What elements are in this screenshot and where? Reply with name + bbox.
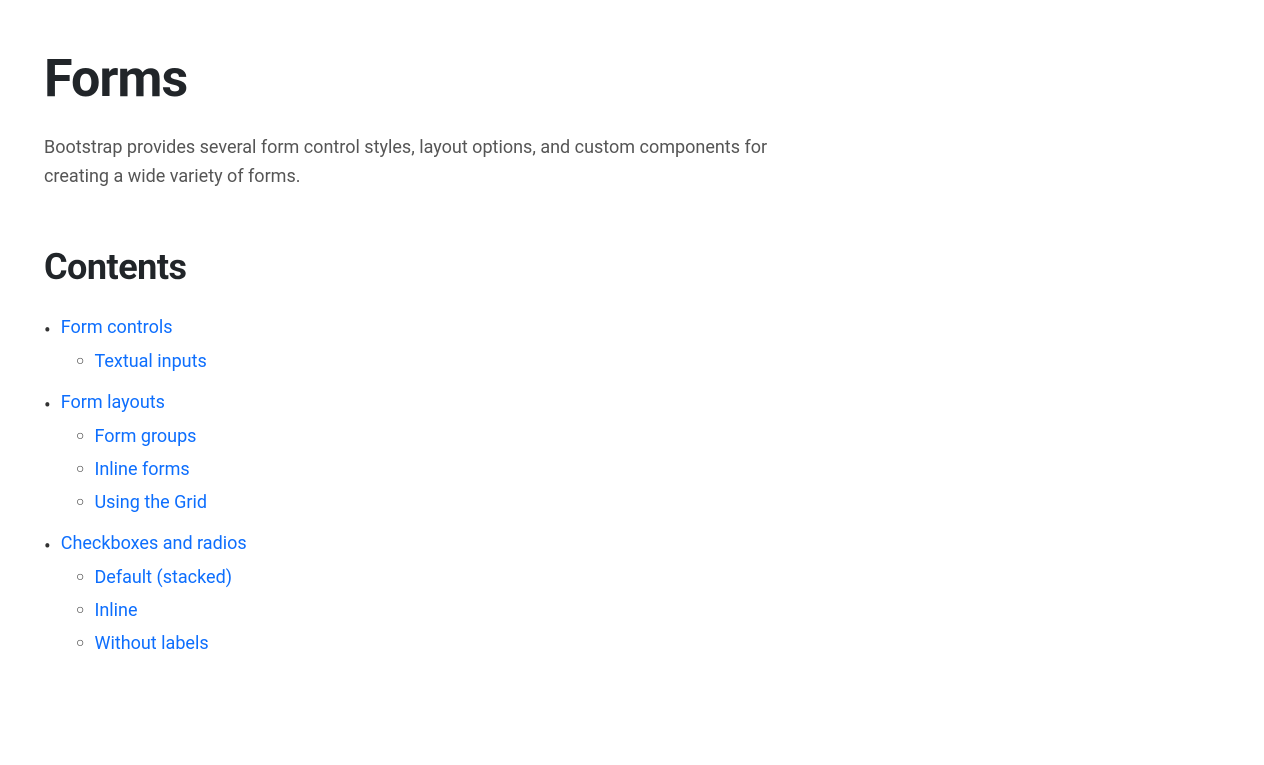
contents-link-inline-forms[interactable]: Inline forms [94, 456, 189, 483]
list-item: • Form controls ○ Textual inputs [44, 314, 1220, 385]
bullet-open-icon: ○ [76, 493, 84, 513]
contents-list: • Form controls ○ Textual inputs • Form layou… [44, 314, 1220, 667]
list-item: ○ Without labels [76, 630, 1220, 657]
bullet-open-icon: ○ [76, 352, 84, 372]
contents-link-default-stacked[interactable]: Default (stacked) [94, 564, 232, 591]
contents-link-textual-inputs[interactable]: Textual inputs [94, 348, 206, 375]
bullet-open-icon: ○ [76, 427, 84, 447]
list-item: • Checkboxes and radios ○ Default (stacked)… [44, 530, 1220, 667]
list-item: ○ Form groups [76, 423, 1220, 450]
sub-list-form-controls: ○ Textual inputs [76, 348, 1220, 381]
page-title: Forms [44, 40, 1220, 118]
bullet-open-icon: ○ [76, 568, 84, 588]
bullet-filled-icon: • [44, 532, 51, 560]
contents-link-without-labels[interactable]: Without labels [94, 630, 208, 657]
list-item: ○ Default (stacked) [76, 564, 1220, 591]
sub-list-checkboxes-and-radios: ○ Default (stacked) ○ Inline ○ Without labels [76, 564, 1220, 663]
bullet-filled-icon: • [44, 391, 51, 419]
bullet-open-icon: ○ [76, 460, 84, 480]
list-item: ○ Inline [76, 597, 1220, 624]
bullet-filled-icon: • [44, 316, 51, 344]
contents-heading: Contents [44, 240, 1220, 294]
contents-link-checkboxes-and-radios[interactable]: Checkboxes and radios [61, 530, 247, 557]
list-item: ○ Using the Grid [76, 489, 1220, 516]
contents-link-using-the-grid[interactable]: Using the Grid [94, 489, 207, 516]
bullet-open-icon: ○ [76, 634, 84, 654]
contents-link-form-groups[interactable]: Form groups [94, 423, 196, 450]
page-description: Bootstrap provides several form control … [44, 134, 804, 192]
contents-link-form-controls[interactable]: Form controls [61, 314, 173, 341]
list-item: ○ Textual inputs [76, 348, 1220, 375]
bullet-open-icon: ○ [76, 601, 84, 621]
list-item: • Form layouts ○ Form groups ○ Inline forms ○ U… [44, 389, 1220, 526]
sub-list-form-layouts: ○ Form groups ○ Inline forms ○ Using the Grid [76, 423, 1220, 522]
list-item: ○ Inline forms [76, 456, 1220, 483]
contents-link-form-layouts[interactable]: Form layouts [61, 389, 165, 416]
contents-link-inline[interactable]: Inline [94, 597, 137, 624]
